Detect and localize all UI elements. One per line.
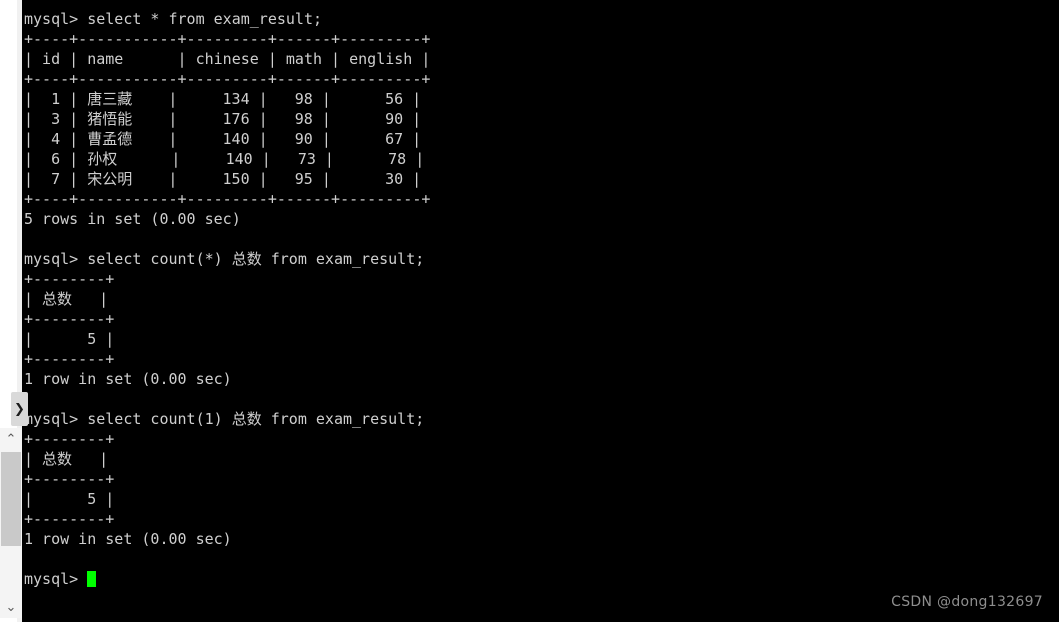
terminal-line: +--------+ — [24, 270, 115, 288]
terminal-line: +----+-----------+---------+------+-----… — [24, 70, 431, 88]
prompt-label: mysql> — [24, 570, 88, 588]
terminal-line: 1 row in set (0.00 sec) — [24, 370, 232, 388]
scrollbar-thumb[interactable] — [1, 452, 21, 546]
chevron-up-icon[interactable]: ⌃ — [0, 428, 22, 450]
terminal-line: 1 row in set (0.00 sec) — [24, 530, 232, 548]
terminal-output-area[interactable]: mysql> select * from exam_result; +----+-… — [22, 0, 1059, 622]
terminal-line: +----+-----------+---------+------+-----… — [24, 190, 431, 208]
chevron-right-icon[interactable]: ❯ — [11, 392, 28, 426]
text-cursor — [87, 571, 97, 587]
terminal-line: | id | name | chinese | math | english | — [24, 50, 431, 68]
terminal-line: | 3 | 猪悟能 | 176 | 98 | 90 | — [24, 110, 422, 128]
watermark: CSDN @dong132697 — [891, 594, 1043, 610]
terminal-line: mysql> select count(*) 总数 from exam_resu… — [24, 250, 425, 268]
terminal-line: | 5 | — [24, 330, 115, 348]
terminal-line: +----+-----------+---------+------+-----… — [24, 30, 431, 48]
terminal-line: +--------+ — [24, 510, 115, 528]
terminal-line: +--------+ — [24, 470, 115, 488]
chevron-down-icon[interactable]: ⌄ — [0, 596, 22, 618]
terminal-line: | 4 | 曹孟德 | 140 | 90 | 67 | — [24, 130, 422, 148]
terminal-window: ⌃ ⌄ ❯ mysql> select * from exam_result; +… — [0, 0, 1059, 622]
terminal-line: | 总数 | — [24, 290, 109, 308]
terminal-line: | 7 | 宋公明 | 150 | 95 | 30 | — [24, 170, 422, 188]
terminal-line: +--------+ — [24, 430, 115, 448]
terminal-prompt-line[interactable]: mysql> — [24, 569, 1054, 589]
terminal-line: 5 rows in set (0.00 sec) — [24, 210, 241, 228]
terminal-line: | 总数 | — [24, 450, 109, 468]
terminal-line: | 5 | — [24, 490, 115, 508]
terminal-line: mysql> select count(1) 总数 from exam_resu… — [24, 410, 425, 428]
terminal-line: +--------+ — [24, 350, 115, 368]
terminal-line: | 6 | 孙权 | 140 | 73 | 78 | — [24, 150, 425, 168]
terminal-lines: mysql> select * from exam_result; +----+-… — [24, 9, 1054, 589]
terminal-line: +--------+ — [24, 310, 115, 328]
scrollbar-controls[interactable]: ⌃ ⌄ — [0, 0, 22, 622]
terminal-line: mysql> select * from exam_result; — [24, 10, 323, 28]
terminal-line: | 1 | 唐三藏 | 134 | 98 | 56 | — [24, 90, 422, 108]
